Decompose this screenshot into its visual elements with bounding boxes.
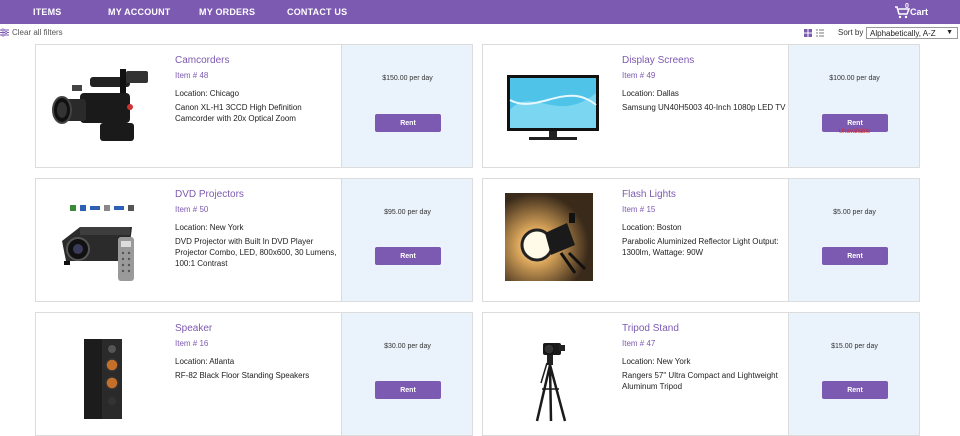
product-card: Flash Lights Item # 15 Location: Boston … <box>482 178 920 302</box>
product-item-number: Item # 47 <box>622 339 656 348</box>
product-description: RF-82 Black Floor Standing Speakers <box>175 371 310 380</box>
product-rent-panel: $150.00 per day Rent <box>341 45 472 167</box>
rent-button[interactable]: Rent <box>375 247 441 265</box>
nav-contact-us-link[interactable]: CONTACT US <box>287 7 347 17</box>
product-title[interactable]: Camcorders <box>175 55 229 66</box>
nav-my-orders-link[interactable]: MY ORDERS <box>199 7 255 17</box>
product-card: Display Screens Item # 49 Location: Dall… <box>482 44 920 168</box>
product-title[interactable]: Speaker <box>175 323 212 334</box>
product-title[interactable]: Tripod Stand <box>622 323 679 334</box>
sort-by-label: Sort by <box>838 28 864 37</box>
filter-sliders-icon <box>0 28 9 37</box>
product-title[interactable]: DVD Projectors <box>175 189 244 200</box>
product-price: $30.00 per day <box>384 343 431 350</box>
product-location: Location: New York <box>175 223 244 232</box>
product-description: Parabolic Aluminized Reflector Light Out… <box>622 237 779 257</box>
product-description: Samsung UN40H5003 40-Inch 1080p LED TV <box>622 103 786 112</box>
rent-button[interactable]: Rent <box>822 247 888 265</box>
product-rent-panel: $5.00 per day Rent <box>788 179 919 301</box>
cart-count-badge: 0 <box>904 3 909 10</box>
clear-filters-label: Clear all filters <box>12 28 63 37</box>
product-rent-panel: $100.00 per day Rent Unavailable <box>788 45 919 167</box>
cart-icon: 0 <box>894 3 911 19</box>
product-description: Canon XL-H1 3CCD High Definition Camcord… <box>175 103 302 123</box>
rent-button[interactable]: Rent <box>375 381 441 399</box>
product-card: DVD Projectors Item # 50 Location: New Y… <box>35 178 473 302</box>
tripod-stand-image[interactable] <box>497 323 607 423</box>
product-item-number: Item # 48 <box>175 71 209 80</box>
product-price: $95.00 per day <box>384 209 431 216</box>
rent-button[interactable]: Rent <box>375 114 441 132</box>
clear-filters-link[interactable]: Clear all filters <box>0 28 63 37</box>
product-location: Location: Dallas <box>622 89 679 98</box>
product-location: Location: Atlanta <box>175 357 235 366</box>
nav-my-account-link[interactable]: MY ACCOUNT <box>108 7 171 17</box>
list-view-icon[interactable] <box>816 29 824 37</box>
rent-button[interactable]: Rent <box>822 381 888 399</box>
product-card: Tripod Stand Item # 47 Location: New Yor… <box>482 312 920 436</box>
product-price: $150.00 per day <box>382 75 433 82</box>
chevron-down-icon: ▼ <box>946 29 953 36</box>
product-description: DVD Projector with Built In DVD Player P… <box>175 237 337 268</box>
product-rent-panel: $95.00 per day Rent <box>341 179 472 301</box>
top-nav-bar: ITEMS MY ACCOUNT MY ORDERS CONTACT US 0 … <box>0 0 960 24</box>
sort-select-value: Alphabetically, A-Z <box>870 29 936 38</box>
dvd-projector-image[interactable] <box>50 189 160 289</box>
cart-label: Cart <box>909 7 928 17</box>
product-location: Location: New York <box>622 357 691 366</box>
product-description: Rangers 57" Ultra Compact and Lightweigh… <box>622 371 778 391</box>
camcorder-image[interactable] <box>50 55 160 155</box>
grid-view-icon[interactable] <box>804 29 812 37</box>
display-screen-image[interactable] <box>497 55 607 155</box>
product-location: Location: Chicago <box>175 89 240 98</box>
flash-light-image[interactable] <box>505 193 593 281</box>
product-location: Location: Boston <box>622 223 682 232</box>
sort-select[interactable]: Alphabetically, A-Z ▼ <box>866 27 958 39</box>
product-item-number: Item # 50 <box>175 205 209 214</box>
product-item-number: Item # 15 <box>622 205 656 214</box>
filter-bar: Clear all filters Sort by Alphabetically… <box>0 27 960 41</box>
product-title[interactable]: Display Screens <box>622 55 694 66</box>
product-item-number: Item # 16 <box>175 339 209 348</box>
product-price: $100.00 per day <box>829 75 880 82</box>
product-price: $15.00 per day <box>831 343 878 350</box>
nav-items-link[interactable]: ITEMS <box>33 7 62 17</box>
cart-button[interactable]: 0 Cart <box>894 3 928 19</box>
product-card: Speaker Item # 16 Location: Atlanta RF-8… <box>35 312 473 436</box>
unavailable-status: Unavailable <box>838 129 871 135</box>
product-price: $5.00 per day <box>833 209 876 216</box>
product-item-number: Item # 49 <box>622 71 656 80</box>
speaker-image[interactable] <box>50 323 160 423</box>
product-card: Camcorders Item # 48 Location: Chicago C… <box>35 44 473 168</box>
product-title[interactable]: Flash Lights <box>622 189 676 200</box>
